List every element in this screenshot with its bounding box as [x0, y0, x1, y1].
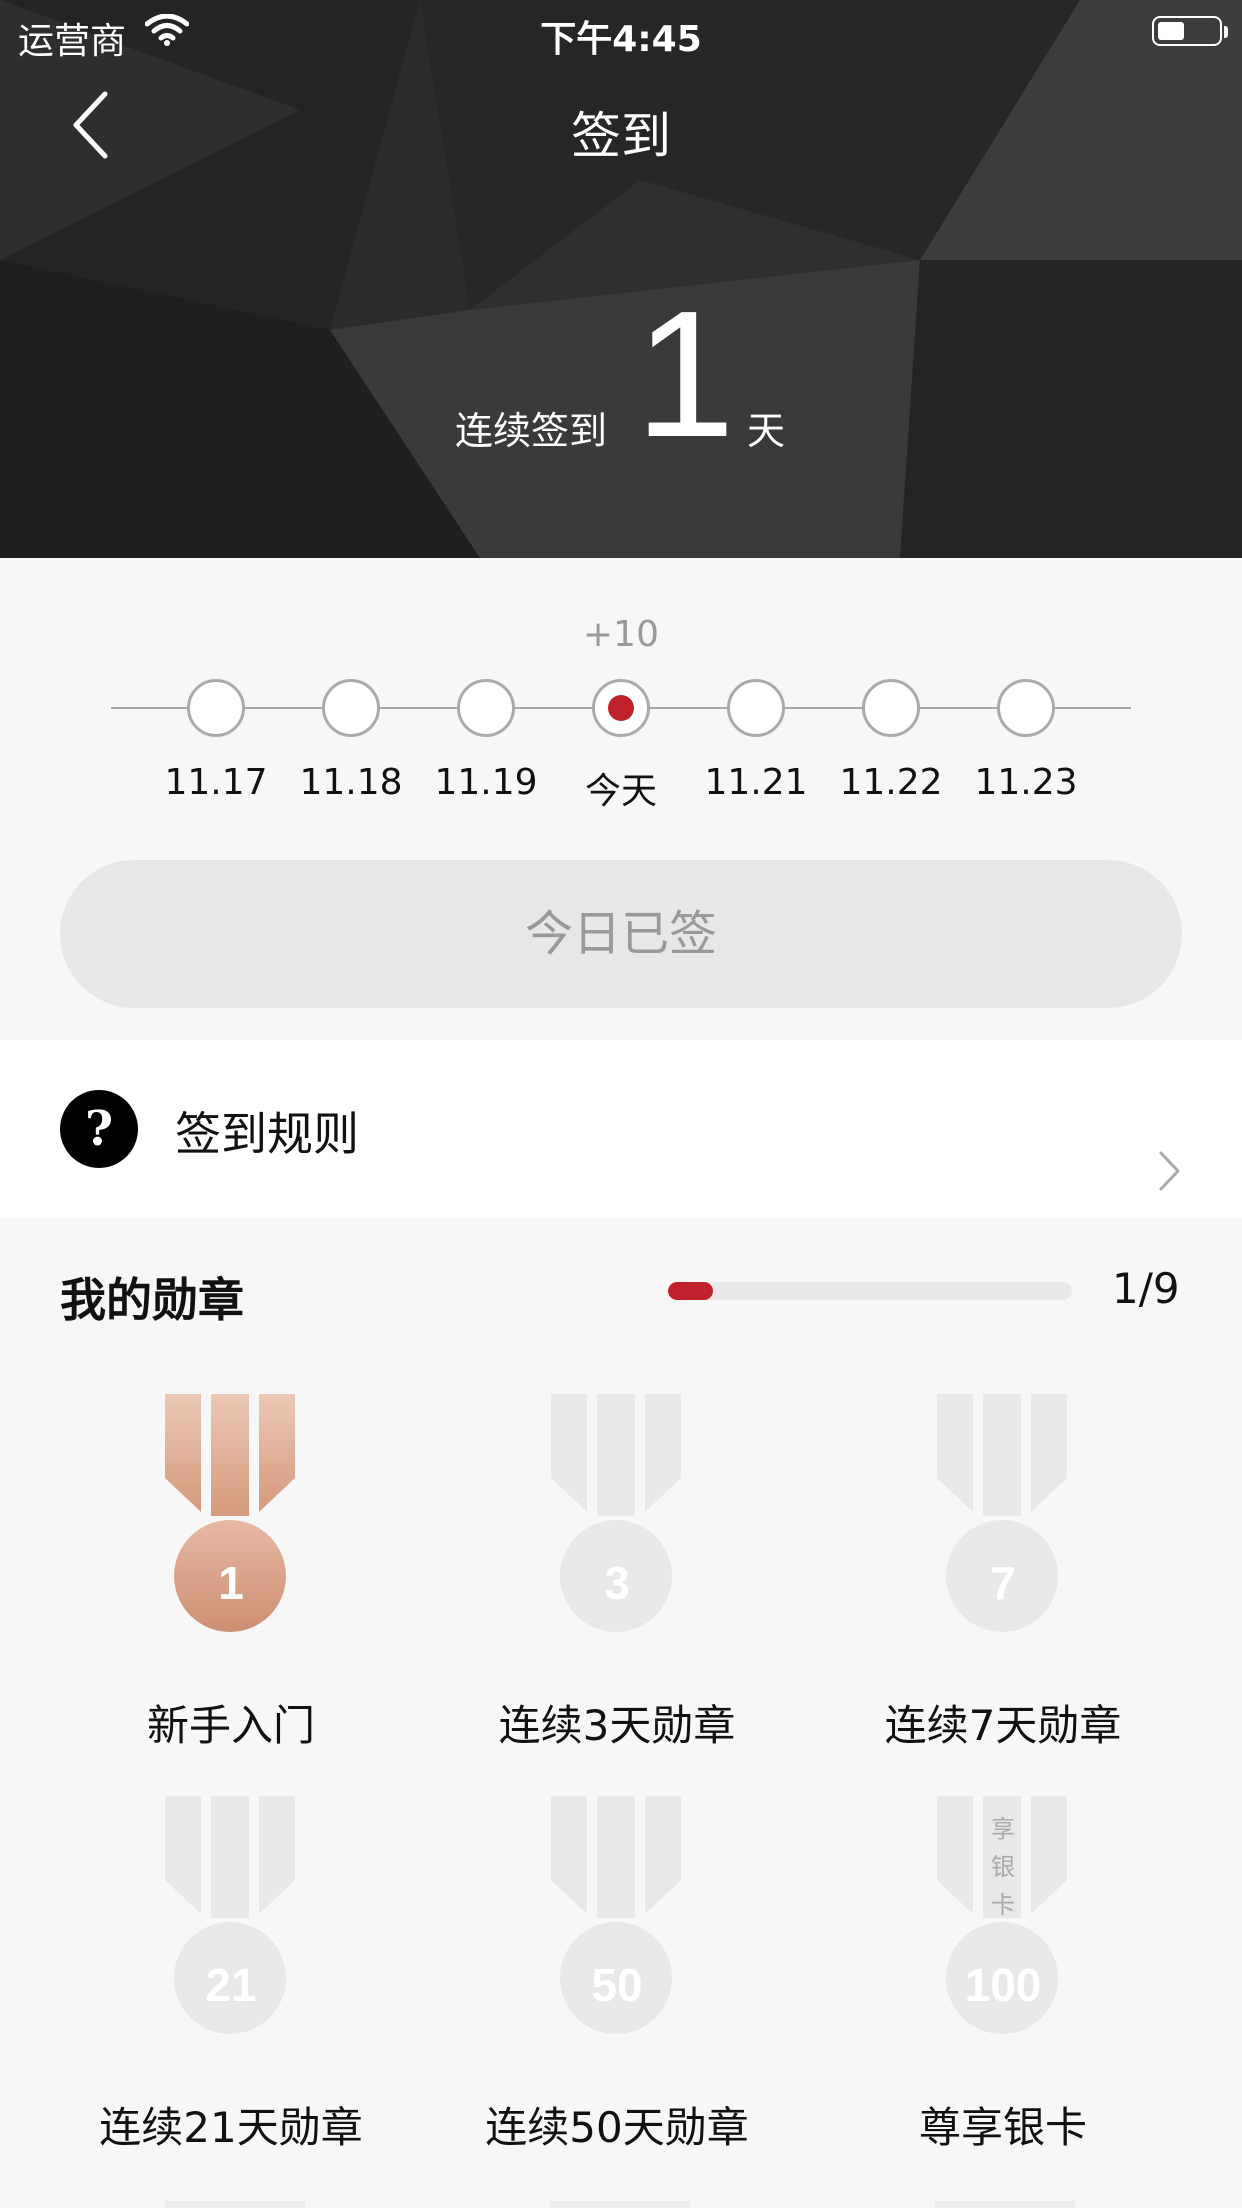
checkin-rules-row[interactable]: ? 签到规则	[0, 1040, 1242, 1218]
header-background	[0, 0, 1242, 558]
medals-title: 我的勋章	[60, 1273, 244, 1327]
streak-suffix: 天	[747, 409, 786, 453]
day-label: 11.17	[164, 762, 268, 803]
streak-summary: 连续签到 1 天	[0, 274, 1242, 475]
status-time: 下午4:45	[540, 19, 702, 60]
status-bar: 运营商 下午4:45	[0, 0, 1242, 62]
medal-label: 新手入门	[146, 1701, 315, 1750]
streak-days: 1	[635, 274, 736, 475]
medal-item[interactable]: 7 连续7天勋章	[853, 1394, 1153, 1754]
medal-item[interactable]: 3 连续3天勋章	[467, 1394, 767, 1754]
medal-number: 50	[591, 1959, 643, 2011]
points-bonus: +10	[583, 614, 659, 655]
question-icon: ?	[60, 1090, 138, 1168]
day-dot	[727, 679, 785, 737]
medals-count: 1/9	[1112, 1264, 1180, 1313]
medal-item[interactable]: 21 连续21天勋章	[81, 1796, 381, 2156]
medals-progress-fill	[668, 1282, 713, 1300]
day-label: 11.19	[434, 762, 538, 803]
medal-label: 连续50天勋章	[485, 2103, 749, 2152]
chevron-right-icon	[1159, 1151, 1180, 1191]
rules-label: 签到规则	[175, 1107, 359, 1161]
medal-label: 连续3天勋章	[498, 1701, 736, 1750]
day-dot	[322, 679, 380, 737]
medal-number: 7	[990, 1557, 1016, 1609]
day-dot-today	[592, 679, 650, 737]
streak-prefix: 连续签到	[455, 409, 608, 453]
medal-number: 21	[205, 1959, 257, 2011]
day-label: 11.23	[974, 762, 1078, 803]
medal-partial	[550, 2201, 690, 2208]
medal-item[interactable]: 50 连续50天勋章	[467, 1796, 767, 2156]
day-label: 今天	[584, 771, 657, 812]
day-dot	[457, 679, 515, 737]
medal-label: 连续7天勋章	[884, 1701, 1122, 1750]
medal-number: 3	[604, 1557, 630, 1609]
day-dot	[187, 679, 245, 737]
medal-item[interactable]: 1 新手入门	[81, 1394, 381, 1754]
medals-progress-bar	[668, 1282, 1072, 1300]
medals-section: 我的勋章 1/9 1 新手入门 3 连续3天勋章 7 连续7天勋章 21 连续21天勋章 50 连…	[0, 1218, 1242, 2208]
medal-number: 100	[964, 1959, 1042, 2011]
checkin-section: +10 11.17 11.18 11.19 今天 11.21 11.22 11.23 今日已…	[0, 558, 1242, 1040]
medal-number: 1	[218, 1557, 244, 1609]
day-dot	[862, 679, 920, 737]
day-label: 11.22	[839, 762, 943, 803]
medal-label: 连续21天勋章	[99, 2103, 363, 2152]
page-title: 签到	[571, 107, 671, 165]
day-label: 11.21	[704, 762, 808, 803]
medal-label: 尊享银卡	[918, 2103, 1087, 2152]
battery-icon	[1152, 16, 1228, 46]
medal-ribbon-text: 享银卡	[991, 1815, 1015, 1919]
signed-today-button[interactable]: 今日已签	[60, 860, 1182, 1008]
medal-partial	[935, 2201, 1075, 2208]
day-dot	[997, 679, 1055, 737]
medal-partial	[165, 2201, 305, 2208]
header: 运营商 下午4:45 签到 连续签到 1 天	[0, 0, 1242, 558]
medal-item[interactable]: 100 享银卡尊享银卡	[853, 1796, 1153, 2156]
day-label: 11.18	[299, 762, 403, 803]
